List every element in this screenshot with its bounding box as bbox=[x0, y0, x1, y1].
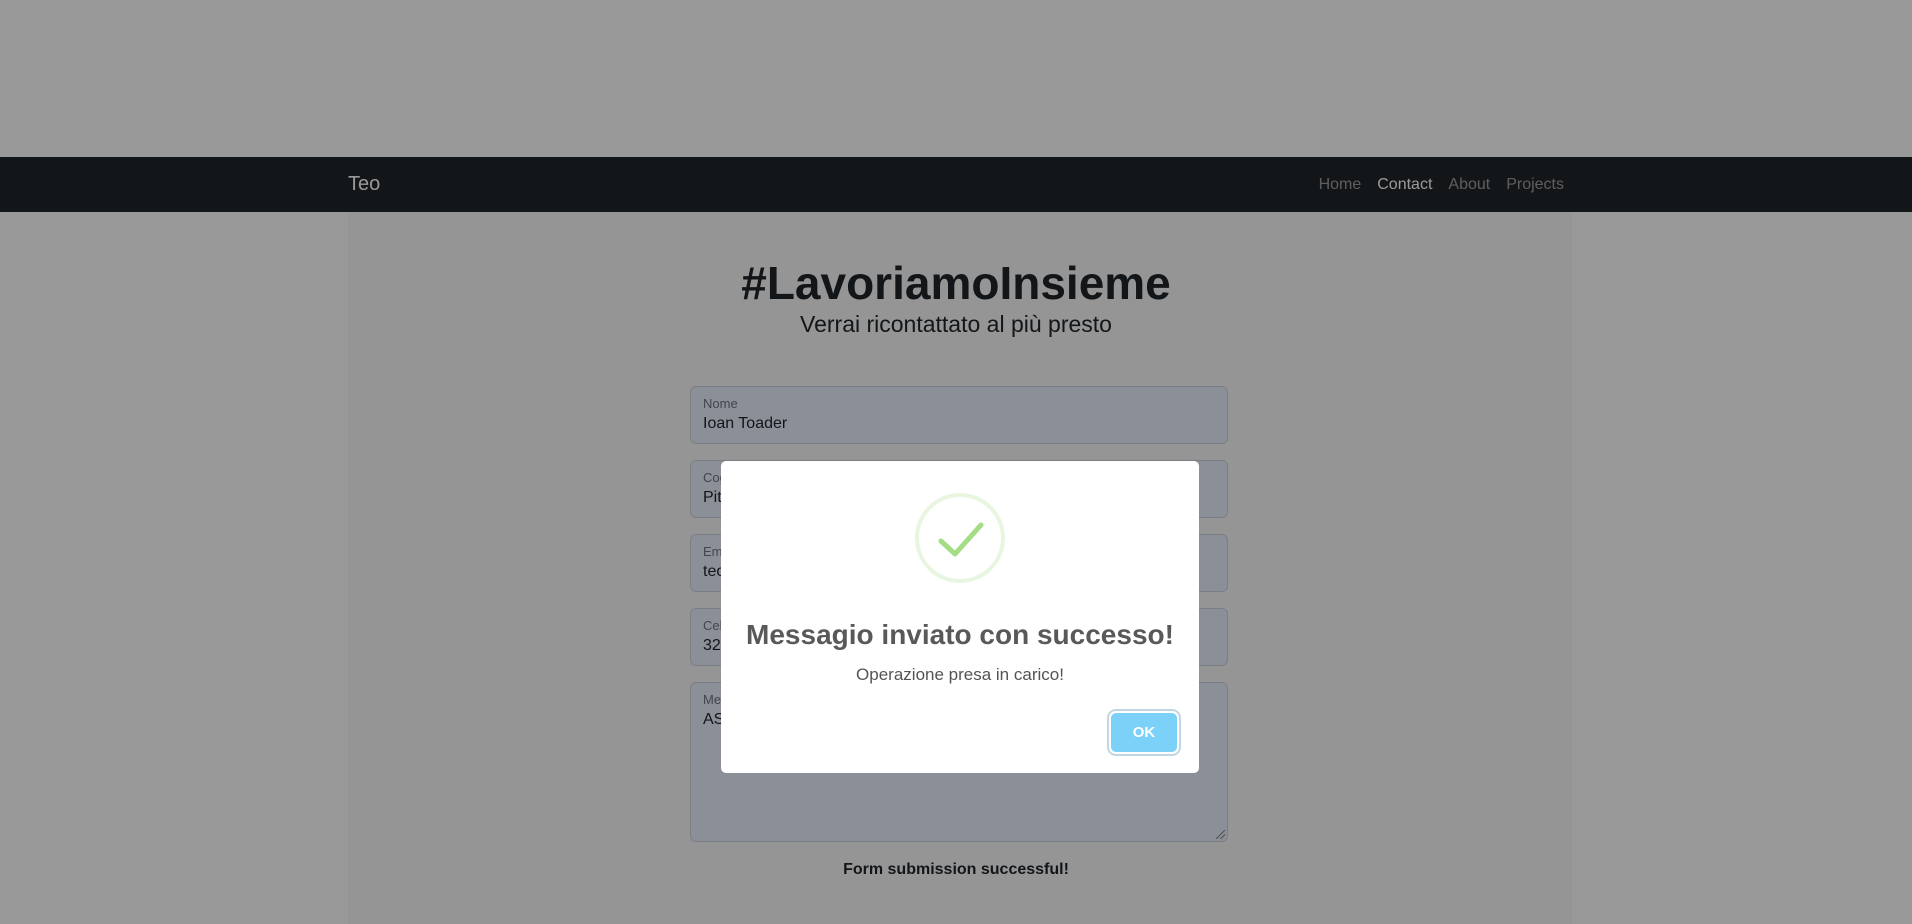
success-check-icon bbox=[915, 493, 1005, 583]
ok-button[interactable]: OK bbox=[1111, 713, 1177, 752]
modal-title: Messagio inviato con successo! bbox=[746, 619, 1174, 650]
modal-text: Operazione presa in carico! bbox=[856, 665, 1064, 684]
success-modal: Messagio inviato con successo! Operazion… bbox=[721, 461, 1199, 773]
